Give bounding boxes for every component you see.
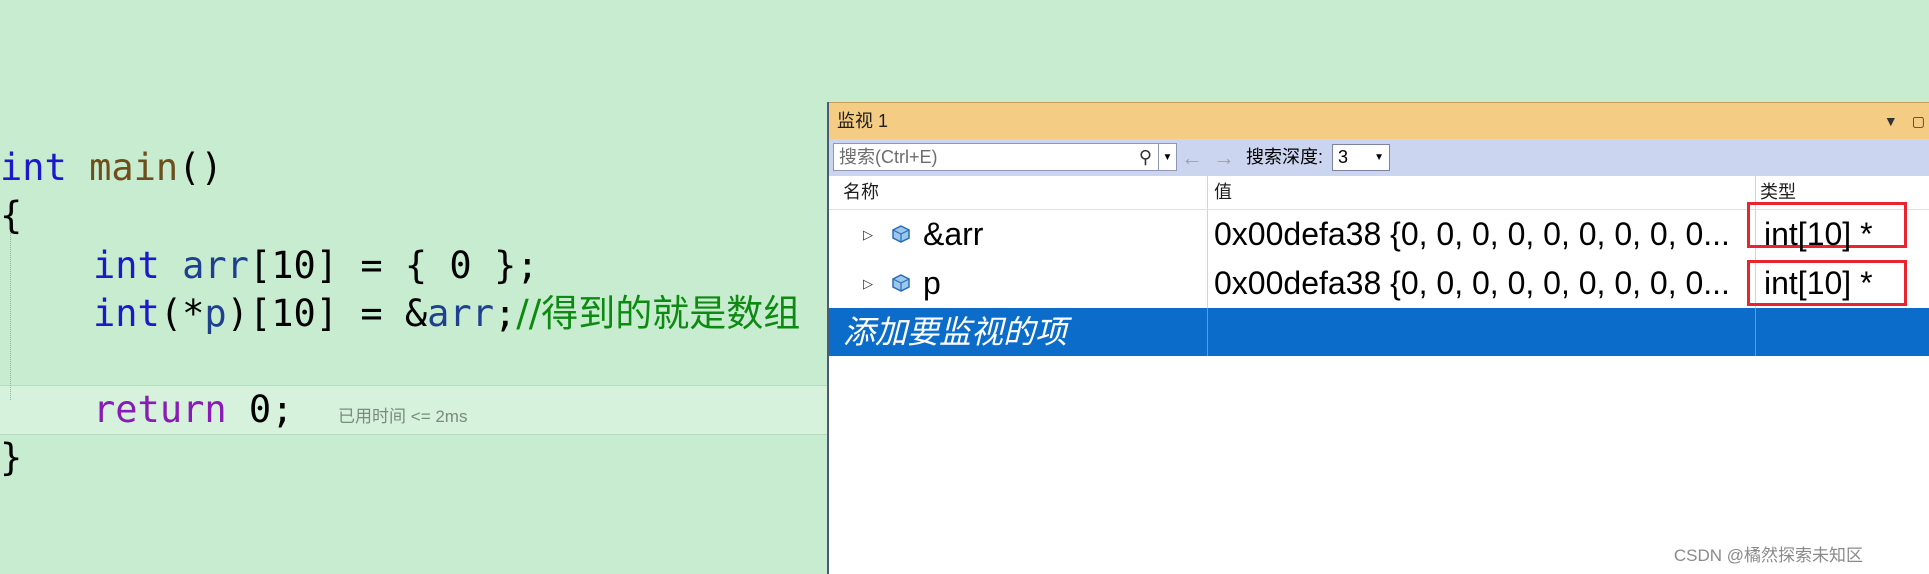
column-separator	[1755, 308, 1756, 356]
row-value[interactable]: 0x00defa38 {0, 0, 0, 0, 0, 0, 0, 0, 0...	[1214, 210, 1730, 259]
code-text: ;	[493, 292, 517, 335]
search-depth-value: 3	[1338, 147, 1349, 167]
code-text: (*	[159, 292, 205, 335]
column-separator[interactable]	[1207, 176, 1208, 209]
elapsed-time-hint[interactable]: 已用时间 <= 2ms	[338, 407, 467, 426]
search-icon[interactable]: ⚲	[1139, 144, 1152, 170]
dropdown-icon[interactable]: ▼	[1884, 113, 1898, 129]
code-line-main: int main()	[0, 144, 223, 192]
search-options-dropdown[interactable]: ▼	[1159, 143, 1177, 171]
variable: p	[204, 292, 227, 335]
code-text: }	[0, 436, 23, 479]
code-text: )[10] = &	[226, 292, 428, 335]
row-type: int[10] *	[1764, 216, 1873, 252]
variable: arr	[427, 292, 494, 335]
back-arrow-icon[interactable]: ←	[1181, 145, 1203, 171]
code-line-arr-decl: int arr[10] = { 0 };	[93, 242, 539, 290]
watch-row[interactable]: ▷ p 0x00defa38 {0, 0, 0, 0, 0, 0, 0, 0, …	[829, 259, 1929, 308]
code-editor[interactable]: int main() { int arr[10] = { 0 }; int(*p…	[0, 0, 830, 574]
keyword: int	[0, 146, 67, 189]
expand-arrow-icon[interactable]: ▷	[863, 259, 873, 308]
code-text: [10] = { 0 };	[248, 244, 539, 287]
keyword: return	[93, 388, 227, 431]
watch-title-bar[interactable]: 监视 1 ▼ ▢	[829, 102, 1929, 139]
code-text: ()	[178, 146, 223, 189]
code-comment: //得到的就是数组	[516, 292, 801, 335]
row-name: &arr	[923, 216, 984, 252]
code-line-return: return 0; 已用时间 <= 2ms	[93, 386, 467, 434]
search-depth-label: 搜索深度:	[1246, 147, 1324, 167]
indent-guide	[10, 230, 11, 400]
search-placeholder: 搜索(Ctrl+E)	[839, 147, 938, 167]
variable-icon	[892, 225, 910, 243]
function-name: main	[89, 146, 179, 189]
header-value[interactable]: 值	[1214, 176, 1232, 209]
forward-arrow-icon[interactable]: →	[1213, 145, 1235, 171]
add-watch-row[interactable]: 添加要监视的项	[829, 308, 1929, 356]
expand-arrow-icon[interactable]: ▷	[863, 210, 873, 259]
row-value[interactable]: 0x00defa38 {0, 0, 0, 0, 0, 0, 0, 0, 0...	[1214, 259, 1730, 308]
header-name[interactable]: 名称	[843, 176, 1133, 209]
search-depth-select[interactable]: 3 ▼	[1332, 144, 1390, 171]
row-type: int[10] *	[1764, 265, 1873, 301]
code-line-close-brace: }	[0, 434, 22, 482]
code-text: {	[0, 194, 23, 237]
variable: arr	[182, 244, 249, 287]
chevron-down-icon: ▼	[1374, 152, 1384, 163]
maximize-icon[interactable]: ▢	[1912, 113, 1925, 129]
watermark: CSDN @橘然探索未知区	[1673, 546, 1863, 565]
column-separator	[1207, 259, 1208, 308]
variable-icon	[892, 274, 910, 292]
search-input[interactable]: 搜索(Ctrl+E) ⚲	[833, 143, 1159, 171]
keyword: int	[93, 292, 160, 335]
code-line-open-brace: {	[0, 192, 22, 240]
watch-toolbar: 搜索(Ctrl+E) ⚲ ▼ ← → 搜索深度: 3 ▼	[829, 139, 1929, 176]
title-buttons: ▼ ▢	[1870, 103, 1925, 139]
column-separator	[1207, 210, 1208, 259]
watch-row[interactable]: ▷ &arr 0x00defa38 {0, 0, 0, 0, 0, 0, 0, …	[829, 202, 1929, 259]
row-name: p	[923, 265, 941, 301]
add-watch-placeholder[interactable]: 添加要监视的项	[843, 308, 1067, 357]
watch-grid: 名称 值 类型 ▷ &arr 0x00defa38 {0, 0, 0, 0, 0…	[829, 176, 1929, 356]
keyword: int	[93, 244, 160, 287]
watch-title: 监视 1	[837, 111, 889, 131]
code-line-pointer-decl: int(*p)[10] = &arr;//得到的就是数组	[93, 290, 800, 338]
column-separator	[1207, 308, 1208, 356]
watch-window[interactable]: 监视 1 ▼ ▢ 搜索(Ctrl+E) ⚲ ▼ ← → 搜索深度: 3 ▼ 名称 …	[827, 102, 1929, 574]
code-text: 0;	[226, 388, 294, 431]
